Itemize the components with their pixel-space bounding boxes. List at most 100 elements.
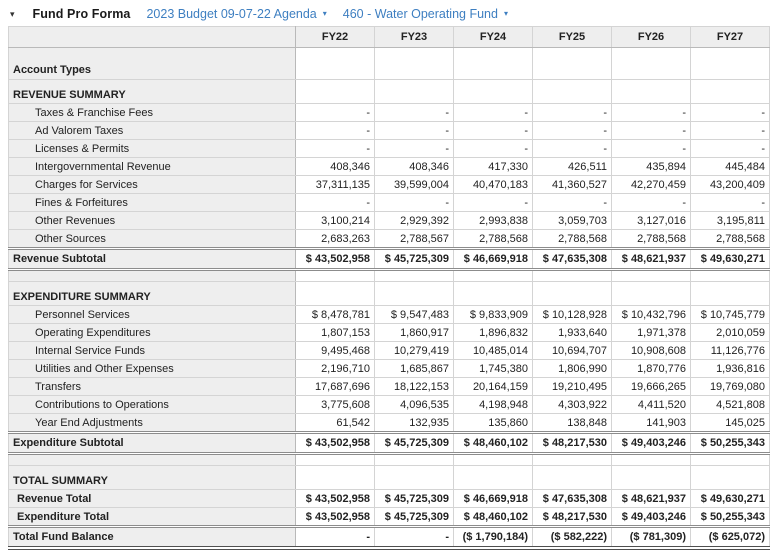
row-label: Contributions to Operations <box>9 396 296 414</box>
budget-dropdown-label: 2023 Budget 09-07-22 Agenda <box>146 7 316 21</box>
value-cell: $ 48,460,102 <box>454 433 533 454</box>
row-label: Expenditure Total <box>9 508 296 527</box>
row-label: Other Revenues <box>9 212 296 230</box>
fund-dropdown[interactable]: 460 - Water Operating Fund ▾ <box>343 7 508 21</box>
value-cell: - <box>454 104 533 122</box>
value-cell <box>533 282 612 306</box>
table-row: Revenue Subtotal$ 43,502,958$ 45,725,309… <box>9 249 770 270</box>
table-row: Account Types <box>9 48 770 80</box>
value-cell: $ 45,725,309 <box>375 508 454 527</box>
value-cell: $ 49,403,246 <box>612 433 691 454</box>
value-cell: 1,936,816 <box>691 360 770 378</box>
value-cell <box>612 270 691 282</box>
table-row <box>9 454 770 466</box>
table-row: Operating Expenditures1,807,1531,860,917… <box>9 324 770 342</box>
column-header-fy24: FY24 <box>454 27 533 48</box>
row-label: Expenditure Subtotal <box>9 433 296 454</box>
value-cell: 19,666,265 <box>612 378 691 396</box>
value-cell <box>454 282 533 306</box>
value-cell <box>375 282 454 306</box>
value-cell: - <box>612 104 691 122</box>
top-bar: ▾ Fund Pro Forma 2023 Budget 09-07-22 Ag… <box>0 0 780 26</box>
table-row: Utilities and Other Expenses2,196,7101,6… <box>9 360 770 378</box>
value-cell: 1,745,380 <box>454 360 533 378</box>
value-cell: 10,908,608 <box>612 342 691 360</box>
value-cell: - <box>375 194 454 212</box>
value-cell: 2,788,568 <box>612 230 691 249</box>
row-label: Transfers <box>9 378 296 396</box>
row-label: Operating Expenditures <box>9 324 296 342</box>
value-cell: $ 43,502,958 <box>296 249 375 270</box>
value-cell <box>296 270 375 282</box>
value-cell: 41,360,527 <box>533 176 612 194</box>
value-cell: 37,311,135 <box>296 176 375 194</box>
value-cell: 1,933,640 <box>533 324 612 342</box>
value-cell <box>691 270 770 282</box>
value-cell <box>533 80 612 104</box>
value-cell <box>454 270 533 282</box>
value-cell: $ 49,630,271 <box>691 249 770 270</box>
row-label: Year End Adjustments <box>9 414 296 433</box>
value-cell <box>691 466 770 490</box>
value-cell: - <box>296 122 375 140</box>
value-cell: - <box>533 122 612 140</box>
value-cell: 4,096,535 <box>375 396 454 414</box>
value-cell: $ 43,502,958 <box>296 490 375 508</box>
value-cell: $ 50,255,343 <box>691 433 770 454</box>
pro-forma-table-body: Account TypesREVENUE SUMMARYTaxes & Fran… <box>9 48 770 549</box>
table-row: Other Sources2,683,2632,788,5672,788,568… <box>9 230 770 249</box>
value-cell: 145,025 <box>691 414 770 433</box>
value-cell: - <box>454 140 533 158</box>
value-cell <box>533 454 612 466</box>
value-cell: 2,788,567 <box>375 230 454 249</box>
value-cell: - <box>375 527 454 549</box>
value-cell <box>296 80 375 104</box>
table-row: Licenses & Permits------ <box>9 140 770 158</box>
value-cell: $ 43,502,958 <box>296 433 375 454</box>
value-cell: 3,059,703 <box>533 212 612 230</box>
value-cell: 10,694,707 <box>533 342 612 360</box>
value-cell: 445,484 <box>691 158 770 176</box>
value-cell <box>454 48 533 80</box>
budget-dropdown[interactable]: 2023 Budget 09-07-22 Agenda ▾ <box>146 7 326 21</box>
value-cell: - <box>375 104 454 122</box>
row-label: Licenses & Permits <box>9 140 296 158</box>
chevron-down-icon: ▾ <box>323 10 327 18</box>
value-cell: 408,346 <box>296 158 375 176</box>
collapse-caret-icon[interactable]: ▾ <box>8 10 17 19</box>
value-cell: - <box>612 140 691 158</box>
value-cell <box>296 282 375 306</box>
value-cell <box>612 80 691 104</box>
value-cell: ($ 625,072) <box>691 527 770 549</box>
value-cell <box>533 48 612 80</box>
value-cell: $ 49,403,246 <box>612 508 691 527</box>
table-row: Transfers17,687,69618,122,15320,164,1591… <box>9 378 770 396</box>
value-cell <box>612 466 691 490</box>
fund-dropdown-label: 460 - Water Operating Fund <box>343 7 498 21</box>
value-cell: 1,870,776 <box>612 360 691 378</box>
value-cell: $ 47,635,308 <box>533 490 612 508</box>
value-cell: $ 43,502,958 <box>296 508 375 527</box>
value-cell: ($ 582,222) <box>533 527 612 549</box>
value-cell: - <box>296 104 375 122</box>
value-cell: - <box>533 140 612 158</box>
value-cell: - <box>691 194 770 212</box>
value-cell <box>296 454 375 466</box>
value-cell: 20,164,159 <box>454 378 533 396</box>
value-cell: $ 48,621,937 <box>612 249 691 270</box>
table-row: REVENUE SUMMARY <box>9 80 770 104</box>
value-cell: 135,860 <box>454 414 533 433</box>
value-cell: $ 50,255,343 <box>691 508 770 527</box>
column-header-row: FY22FY23FY24FY25FY26FY27 <box>9 27 770 48</box>
value-cell: $ 48,217,530 <box>533 508 612 527</box>
value-cell: 2,929,392 <box>375 212 454 230</box>
row-label: EXPENDITURE SUMMARY <box>9 282 296 306</box>
value-cell: 1,896,832 <box>454 324 533 342</box>
value-cell <box>612 48 691 80</box>
value-cell: 3,195,811 <box>691 212 770 230</box>
value-cell <box>375 466 454 490</box>
value-cell: $ 45,725,309 <box>375 433 454 454</box>
value-cell: 61,542 <box>296 414 375 433</box>
table-row: Ad Valorem Taxes------ <box>9 122 770 140</box>
row-label: TOTAL SUMMARY <box>9 466 296 490</box>
